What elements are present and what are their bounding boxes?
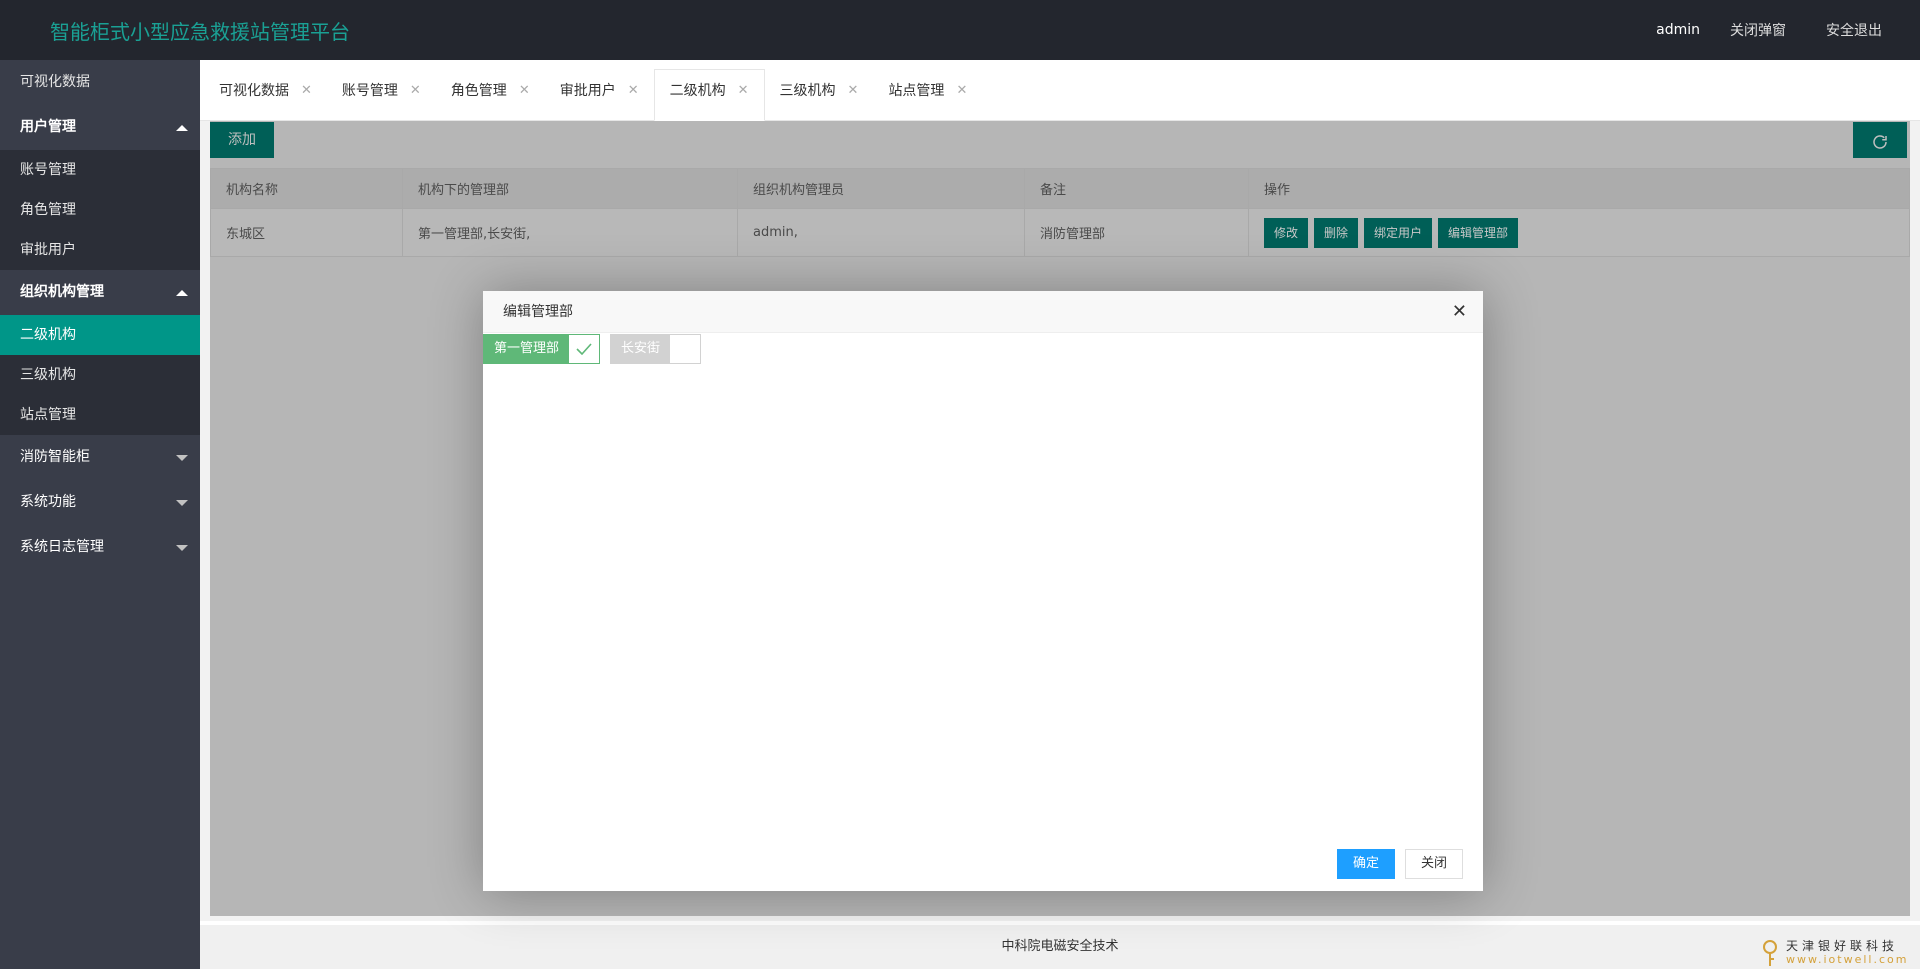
sidebar-group-org-management[interactable]: 组织机构管理: [0, 270, 200, 315]
sidebar-group-system-functions[interactable]: 系统功能: [0, 480, 200, 525]
app-title: 智能柜式小型应急救援站管理平台: [50, 20, 350, 44]
delete-button[interactable]: 删除: [1314, 217, 1359, 248]
sidebar-group-label: 用户管理: [20, 119, 76, 135]
checkbox-label: 第一管理部: [484, 335, 570, 363]
checkbox-department-1[interactable]: 第一管理部: [483, 334, 601, 364]
chevron-down-icon: [176, 455, 188, 461]
tab-label: 角色管理: [450, 83, 507, 99]
sidebar-item-roles[interactable]: 角色管理: [0, 190, 200, 230]
tab-level3-org[interactable]: 三级机构 ✕: [765, 69, 874, 121]
checkbox-department-2[interactable]: 长安街: [610, 334, 702, 364]
table-row: 东城区 第一管理部,长安街, admin, 消防管理部 修改 删除 绑定用户 编辑管理…: [210, 208, 1910, 257]
cell-admins: admin,: [737, 208, 1025, 257]
top-header: 智能柜式小型应急救援站管理平台 admin 关闭弹窗 安全退出: [0, 0, 1920, 60]
sidebar-submenu-user: 账号管理 角色管理 审批用户: [0, 150, 200, 270]
chevron-down-icon: [176, 500, 188, 506]
sidebar-group-label: 系统日志管理: [20, 539, 104, 555]
tab-approve-users[interactable]: 审批用户 ✕: [545, 69, 654, 121]
sidebar-submenu-org: 二级机构 三级机构 站点管理: [0, 315, 200, 435]
cell-org-name: 东城区: [210, 208, 403, 257]
sidebar-item-visual-data[interactable]: 可视化数据: [0, 60, 200, 105]
tab-label: 二级机构: [669, 83, 726, 99]
refresh-icon: [1873, 134, 1887, 149]
column-header: 机构下的管理部: [402, 168, 738, 209]
watermark-name: 天津银好联科技: [1786, 939, 1899, 953]
tab-sites[interactable]: 站点管理 ✕: [873, 69, 982, 121]
sidebar-group-system-logs[interactable]: 系统日志管理: [0, 525, 200, 570]
tab-label: 可视化数据: [219, 83, 289, 99]
sidebar: 可视化数据 用户管理 账号管理 角色管理 审批用户 组织机构管理 二级机构 三级…: [0, 60, 200, 969]
close-icon[interactable]: ✕: [738, 70, 749, 112]
close-icon[interactable]: ✕: [410, 70, 421, 112]
sidebar-group-user-management[interactable]: 用户管理: [0, 105, 200, 150]
column-header: 组织机构管理员: [737, 168, 1025, 209]
sidebar-item-accounts[interactable]: 账号管理: [0, 150, 200, 190]
close-icon[interactable]: ✕: [628, 70, 639, 112]
add-button[interactable]: 添加: [210, 122, 274, 158]
cell-actions: 修改 删除 绑定用户 编辑管理部: [1248, 208, 1910, 257]
edit-departments-dialog: 编辑管理部 ✕ 第一管理部 长安街 确定 关闭: [483, 291, 1483, 891]
chevron-down-icon: [176, 545, 188, 551]
close-popup-link[interactable]: 关闭弹窗: [1730, 20, 1786, 40]
check-icon: [569, 335, 600, 363]
sidebar-item-approve-users[interactable]: 审批用户: [0, 230, 200, 270]
footer: 中科院电磁安全技术: [200, 925, 1920, 969]
dialog-header: 编辑管理部 ✕: [483, 291, 1483, 333]
sidebar-item-sites[interactable]: 站点管理: [0, 395, 200, 435]
sidebar-group-label: 消防智能柜: [20, 449, 90, 465]
column-header: 备注: [1024, 168, 1249, 209]
close-icon[interactable]: ✕: [301, 70, 312, 112]
edit-button[interactable]: 修改: [1264, 217, 1309, 248]
watermark: 天津银好联科技 www.iotwell.com: [1756, 937, 1920, 969]
tab-roles[interactable]: 角色管理 ✕: [436, 69, 545, 121]
tab-bar: 可视化数据 ✕ 账号管理 ✕ 角色管理 ✕ 审批用户 ✕ 二级机构 ✕ 三级机构 ✕ 站点管…: [200, 60, 1920, 121]
user-name[interactable]: admin: [1656, 22, 1700, 38]
footer-text: 中科院电磁安全技术: [1001, 939, 1119, 954]
tab-label: 三级机构: [779, 83, 836, 99]
sidebar-item-level2-org[interactable]: 二级机构: [0, 315, 200, 355]
tab-visual-data[interactable]: 可视化数据 ✕: [204, 69, 327, 121]
tab-label: 审批用户: [559, 83, 616, 99]
sidebar-group-label: 组织机构管理: [20, 284, 104, 300]
cell-departments: 第一管理部,长安街,: [402, 208, 738, 257]
sidebar-item-level3-org[interactable]: 三级机构: [0, 355, 200, 395]
logout-link[interactable]: 安全退出: [1826, 20, 1882, 40]
sidebar-group-fire-cabinet[interactable]: 消防智能柜: [0, 435, 200, 480]
close-icon[interactable]: ✕: [956, 70, 967, 112]
chevron-up-icon: [176, 290, 188, 296]
tab-label: 站点管理: [888, 83, 945, 99]
sidebar-group-label: 系统功能: [20, 494, 76, 510]
refresh-button[interactable]: [1853, 122, 1907, 158]
tab-level2-org[interactable]: 二级机构 ✕: [653, 69, 765, 121]
confirm-button[interactable]: 确定: [1336, 849, 1395, 879]
header-actions: admin 关闭弹窗 安全退出: [1656, 0, 1920, 60]
edit-departments-button[interactable]: 编辑管理部: [1438, 217, 1519, 248]
tab-label: 账号管理: [341, 83, 398, 99]
dialog-title: 编辑管理部: [503, 304, 573, 320]
close-button[interactable]: 关闭: [1404, 849, 1463, 879]
close-icon[interactable]: ✕: [848, 70, 859, 112]
column-header: 机构名称: [210, 168, 403, 209]
dialog-footer: 确定 关闭: [1327, 849, 1463, 879]
close-icon[interactable]: ✕: [519, 70, 530, 112]
cell-remark: 消防管理部: [1024, 208, 1249, 257]
bind-user-button[interactable]: 绑定用户: [1364, 217, 1433, 248]
watermark-url: www.iotwell.com: [1786, 953, 1909, 966]
tab-accounts[interactable]: 账号管理 ✕: [327, 69, 436, 121]
org-table: 机构名称 机构下的管理部 组织机构管理员 备注 操作 东城区 第一管理部,长安街…: [210, 168, 1910, 257]
chevron-up-icon: [176, 125, 188, 131]
empty-checkbox-icon: [670, 335, 701, 363]
table-header-row: 机构名称 机构下的管理部 组织机构管理员 备注 操作: [210, 168, 1910, 209]
close-icon[interactable]: ✕: [1452, 291, 1467, 333]
column-header: 操作: [1248, 168, 1910, 209]
logo-icon: [1763, 940, 1777, 966]
department-checkboxes: 第一管理部 长安街: [483, 334, 711, 364]
checkbox-label: 长安街: [611, 335, 671, 363]
